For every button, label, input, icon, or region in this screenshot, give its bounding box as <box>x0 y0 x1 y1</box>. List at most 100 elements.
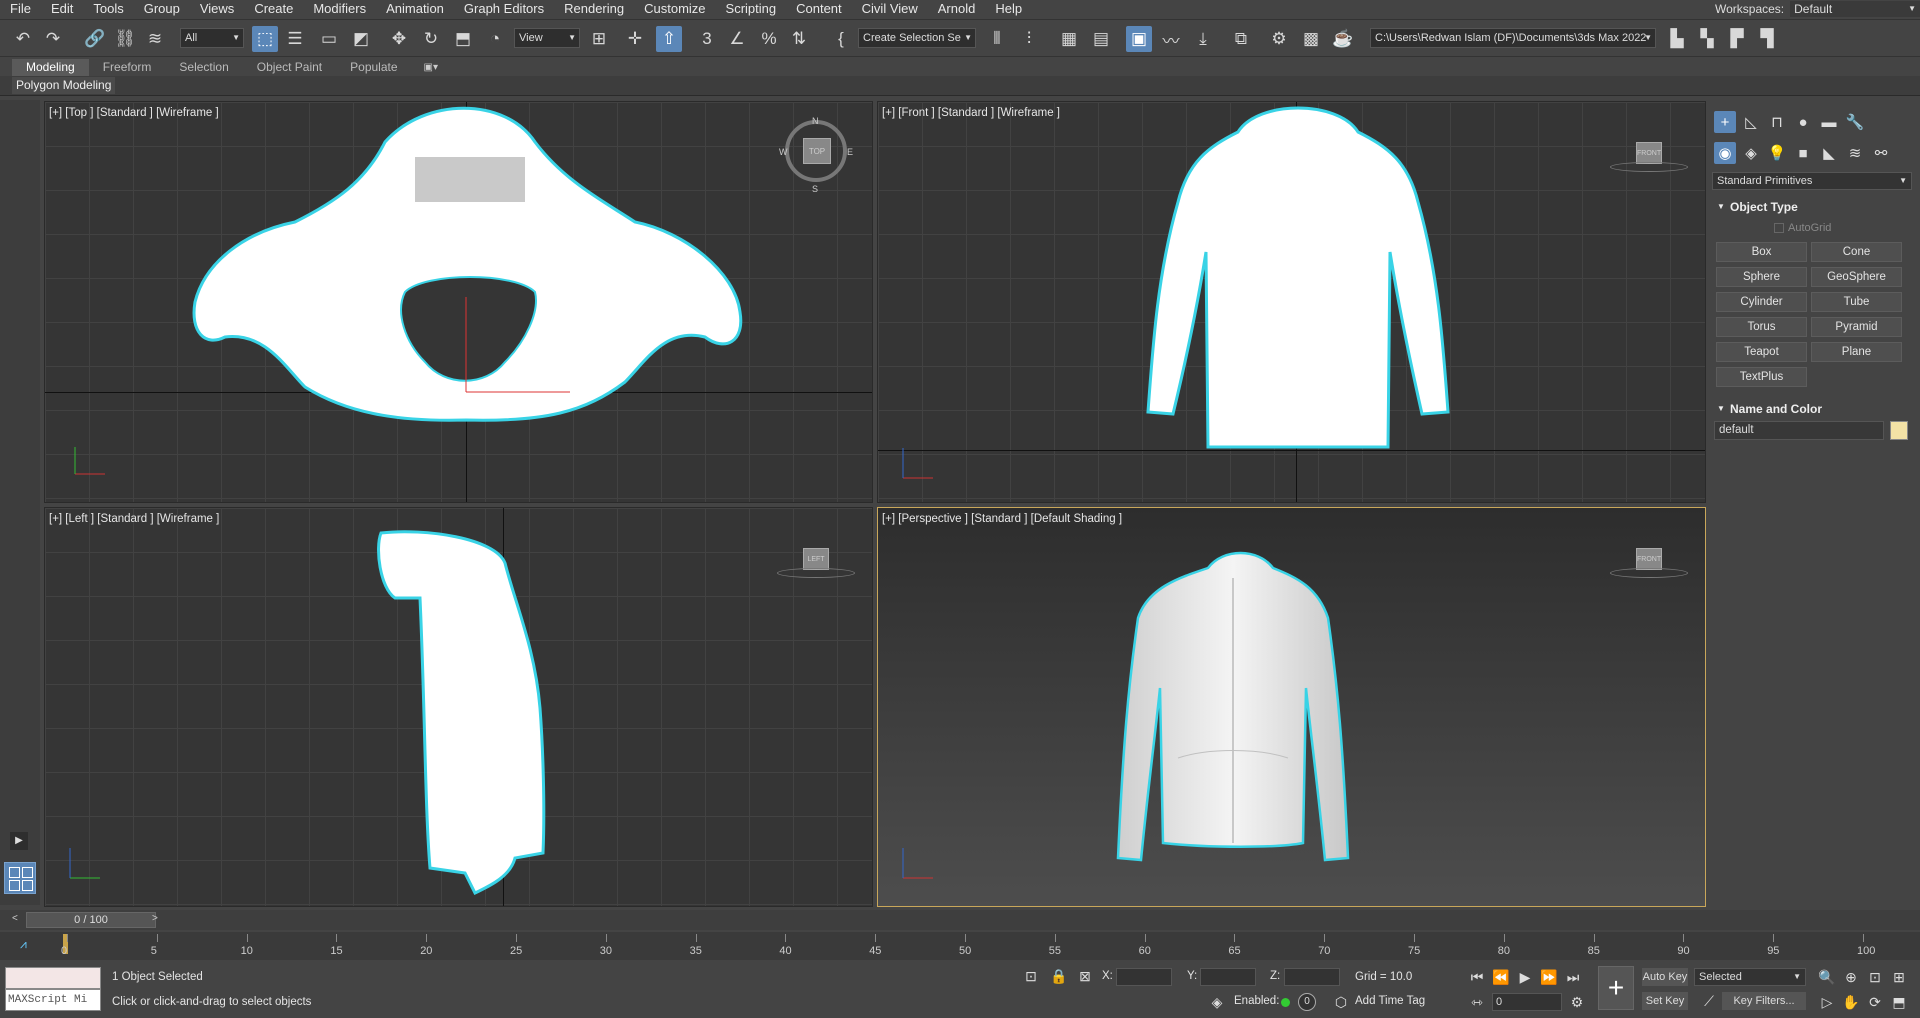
menu-edit[interactable]: Edit <box>41 0 83 18</box>
render-production-icon[interactable]: ☕ <box>1330 26 1356 52</box>
viewport-perspective-label[interactable]: [+] [Perspective ] [Standard ] [Default … <box>882 513 1122 525</box>
project-path-dropdown[interactable]: C:\Users\Redwan Islam (DF)\Documents\3ds… <box>1370 28 1656 48</box>
zoom-all-icon[interactable]: ⊕ <box>1842 968 1860 986</box>
zoom-extents-icon[interactable]: ⊡ <box>1866 968 1884 986</box>
track-bar[interactable]: ⩘ 0 5 10 15 20 25 30 35 40 45 50 55 60 65 70 75 80 85 90 95… <box>0 932 1920 960</box>
menu-graph-editors[interactable]: Graph Editors <box>454 0 554 18</box>
create-plane-button[interactable]: Plane <box>1811 342 1902 362</box>
ribbon-tab-object-paint[interactable]: Object Paint <box>243 59 336 76</box>
menu-animation[interactable]: Animation <box>376 0 454 18</box>
prev-key-icon[interactable]: ⏪ <box>1492 968 1510 986</box>
viewport-top-label[interactable]: [+] [Top ] [Standard ] [Wireframe ] <box>49 107 219 119</box>
create-teapot-button[interactable]: Teapot <box>1716 342 1807 362</box>
menu-scripting[interactable]: Scripting <box>716 0 787 18</box>
key-mode-icon[interactable]: ⇿ <box>1468 993 1486 1011</box>
viewcube-top[interactable]: TOP <box>803 138 831 164</box>
viewport-top[interactable]: [+] [Top ] [Standard ] [Wireframe ] TOP … <box>44 101 873 503</box>
display-tab-icon[interactable]: ▬ <box>1818 111 1840 133</box>
object-type-rollout[interactable]: ▼ Object Type <box>1714 198 1914 216</box>
auto-key-button[interactable]: Auto Key <box>1642 968 1688 986</box>
toggle-ribbon-icon[interactable]: ▣ <box>1126 26 1152 52</box>
select-move-icon[interactable]: ✥ <box>386 26 412 52</box>
absolute-mode-icon[interactable]: ⊠ <box>1076 967 1094 985</box>
goto-start-icon[interactable]: ⏮ <box>1468 968 1486 986</box>
render-setup-icon[interactable]: ⚙ <box>1266 26 1292 52</box>
expand-layout-icon[interactable]: ▶ <box>10 832 28 850</box>
menu-rendering[interactable]: Rendering <box>554 0 634 18</box>
utilities-tab-icon[interactable]: 🔧 <box>1844 111 1866 133</box>
selection-filter-dropdown[interactable]: All ▼ <box>180 28 244 48</box>
time-tag-icon[interactable]: ⬡ <box>1332 993 1350 1011</box>
create-cylinder-button[interactable]: Cylinder <box>1716 292 1807 312</box>
menu-help[interactable]: Help <box>985 0 1032 18</box>
viewcube-left[interactable]: LEFT <box>803 548 829 570</box>
next-frame-icon[interactable]: > <box>152 913 158 924</box>
pivot-center-icon[interactable]: ⊞ <box>586 26 612 52</box>
create-pyramid-button[interactable]: Pyramid <box>1811 317 1902 337</box>
curve-editor-icon[interactable]: 〰 <box>1158 26 1184 52</box>
edit-named-sets-icon[interactable]: { <box>828 26 854 52</box>
schematic-view-icon[interactable]: ⤓ <box>1190 26 1216 52</box>
project-open-icon[interactable]: ▜ <box>1754 26 1780 52</box>
window-crossing-icon[interactable]: ◩ <box>348 26 374 52</box>
goto-end-icon[interactable]: ⏭ <box>1564 968 1582 986</box>
set-key-button[interactable]: Set Key <box>1642 992 1688 1010</box>
bind-spacewarp-icon[interactable]: ≋ <box>142 26 168 52</box>
menu-modifiers[interactable]: Modifiers <box>303 0 376 18</box>
adaptive-degradation-icon[interactable]: ◈ <box>1208 993 1226 1011</box>
spinner-snap-icon[interactable]: ⇅ <box>786 26 812 52</box>
align-icon[interactable]: ⫶ <box>1016 26 1042 52</box>
ribbon-tab-populate[interactable]: Populate <box>336 59 411 76</box>
isolate-selection-icon[interactable]: ⊡ <box>1022 967 1040 985</box>
undo-icon[interactable]: ↶ <box>10 26 36 52</box>
menu-tools[interactable]: Tools <box>83 0 133 18</box>
set-project-icon[interactable]: ▚ <box>1694 26 1720 52</box>
redo-icon[interactable]: ↷ <box>40 26 66 52</box>
name-color-rollout[interactable]: ▼ Name and Color <box>1714 400 1914 418</box>
angle-snap-icon[interactable]: ∠ <box>724 26 750 52</box>
zoom-icon[interactable]: 🔍 <box>1818 968 1836 986</box>
maximize-viewport-icon[interactable]: ⬒ <box>1890 993 1908 1011</box>
next-key-icon[interactable]: ⏩ <box>1540 968 1558 986</box>
viewport-left-label[interactable]: [+] [Left ] [Standard ] [Wireframe ] <box>49 513 219 525</box>
viewcube-ring[interactable] <box>1610 162 1688 172</box>
toggle-layer-explorer-icon[interactable]: ▤ <box>1088 26 1114 52</box>
menu-customize[interactable]: Customize <box>634 0 715 18</box>
select-by-name-icon[interactable]: ☰ <box>282 26 308 52</box>
ribbon-tab-selection[interactable]: Selection <box>165 59 242 76</box>
menu-group[interactable]: Group <box>134 0 190 18</box>
toggle-scene-explorer-icon[interactable]: ▦ <box>1056 26 1082 52</box>
autogrid-checkbox[interactable]: AutoGrid <box>1774 222 1831 234</box>
percent-snap-icon[interactable]: % <box>756 26 782 52</box>
lights-icon[interactable]: 💡 <box>1766 142 1788 164</box>
create-torus-button[interactable]: Torus <box>1716 317 1807 337</box>
selection-lock-icon[interactable]: 🔒 <box>1050 967 1068 985</box>
viewport-front[interactable]: [+] [Front ] [Standard ] [Wireframe ] FR… <box>877 101 1706 503</box>
viewport-left[interactable]: [+] [Left ] [Standard ] [Wireframe ] LEF… <box>44 507 873 907</box>
select-scale-icon[interactable]: ⬒ <box>450 26 476 52</box>
orbit-icon[interactable]: ⟳ <box>1866 993 1884 1011</box>
object-name-field[interactable]: default <box>1714 421 1884 440</box>
snaps-toggle-icon[interactable]: 3 <box>694 26 720 52</box>
modify-tab-icon[interactable]: ◺ <box>1740 111 1762 133</box>
create-box-button[interactable]: Box <box>1716 242 1807 262</box>
polygon-modeling-panel[interactable]: Polygon Modeling <box>12 77 116 94</box>
viewcube-ring-left[interactable] <box>777 568 855 578</box>
mini-curve-icon[interactable]: ⩘ <box>20 937 27 952</box>
menu-arnold[interactable]: Arnold <box>928 0 986 18</box>
create-sphere-button[interactable]: Sphere <box>1716 267 1807 287</box>
add-time-tag[interactable]: Add Time Tag <box>1355 995 1425 1007</box>
viewcube-ring-persp[interactable] <box>1610 568 1688 578</box>
menu-civil-view[interactable]: Civil View <box>852 0 928 18</box>
mirror-icon[interactable]: ⫴ <box>984 26 1010 52</box>
select-object-icon[interactable]: ⬚ <box>252 26 278 52</box>
viewcube-perspective[interactable]: FRONT <box>1636 548 1662 570</box>
zoom-extents-all-icon[interactable]: ⊞ <box>1890 968 1908 986</box>
viewport-perspective[interactable]: [+] [Perspective ] [Standard ] [Default … <box>877 507 1706 907</box>
ribbon-tab-modeling[interactable]: Modeling <box>12 59 89 76</box>
select-rotate-icon[interactable]: ↻ <box>418 26 444 52</box>
shapes-icon[interactable]: ◈ <box>1740 142 1762 164</box>
workspaces-dropdown[interactable]: Default ▼ <box>1790 1 1920 17</box>
ref-coord-dropdown[interactable]: View ▼ <box>514 28 580 48</box>
create-cone-button[interactable]: Cone <box>1811 242 1902 262</box>
